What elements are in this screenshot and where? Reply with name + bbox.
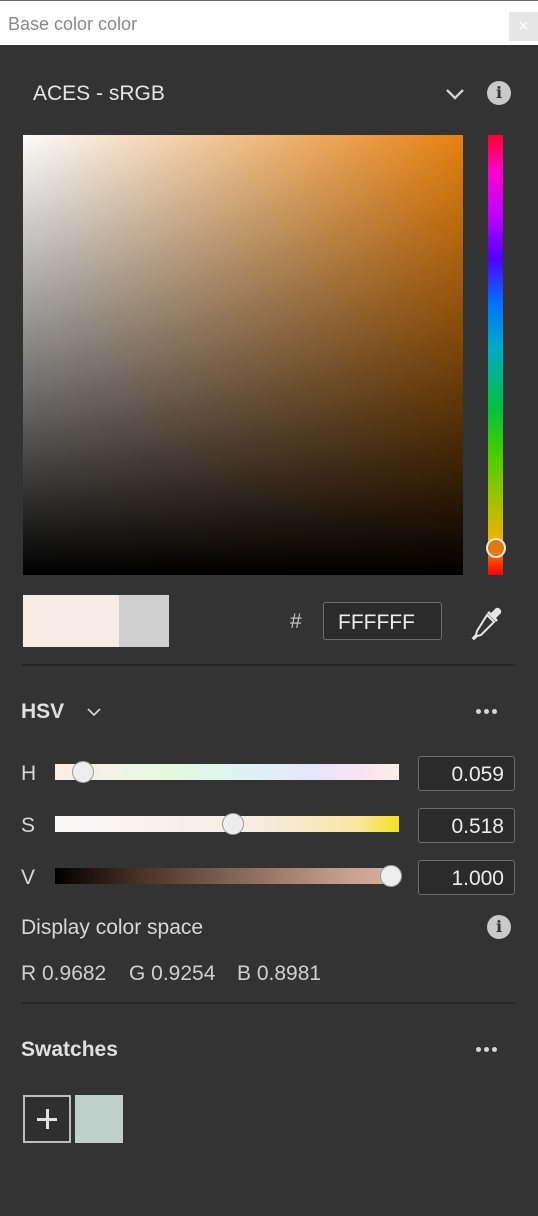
- channel-label-v: V: [21, 866, 36, 889]
- more-options-icon[interactable]: [476, 1045, 500, 1053]
- channel-label-s: S: [21, 814, 36, 837]
- value-channel-slider[interactable]: [55, 868, 399, 884]
- hue-slider[interactable]: [488, 135, 503, 575]
- new-color-preview: [23, 595, 119, 647]
- value-channel-slider-thumb[interactable]: [380, 865, 402, 887]
- saturation-value-field[interactable]: [23, 135, 463, 575]
- hue-value-input[interactable]: 0.059: [418, 756, 515, 791]
- section-divider: [22, 1002, 515, 1004]
- chevron-down-icon[interactable]: [87, 705, 101, 724]
- hue-slider-handle[interactable]: [486, 538, 506, 558]
- window-title: Base color color: [8, 14, 138, 34]
- hue-channel-slider[interactable]: [55, 764, 399, 780]
- section-divider: [22, 664, 515, 666]
- display-r-value: R 0.9682: [21, 962, 107, 985]
- info-icon[interactable]: i: [487, 81, 511, 105]
- color-space-dropdown-label[interactable]: ACES - sRGB: [33, 82, 165, 106]
- more-options-icon[interactable]: [476, 707, 500, 715]
- old-color-preview[interactable]: [119, 595, 169, 647]
- hex-prefix: #: [290, 610, 302, 633]
- title-bar: Base color color ×: [0, 0, 538, 45]
- eyedropper-icon[interactable]: [469, 604, 505, 645]
- info-icon[interactable]: i: [487, 915, 511, 939]
- close-icon: ×: [518, 16, 529, 36]
- close-button[interactable]: ×: [509, 12, 538, 41]
- display-color-space-label: Display color space: [21, 916, 204, 939]
- color-model-dropdown-label[interactable]: HSV: [21, 700, 64, 724]
- value-value-input[interactable]: 1.000: [418, 860, 515, 895]
- display-b-value: B 0.8981: [237, 962, 322, 985]
- saturation-value-input[interactable]: 0.518: [418, 808, 515, 843]
- color-swatch[interactable]: [75, 1095, 123, 1143]
- display-g-value: G 0.9254: [129, 962, 216, 985]
- plus-icon[interactable]: [23, 1095, 71, 1143]
- hex-input[interactable]: FFFFFF: [323, 602, 442, 640]
- swatches-heading: Swatches: [21, 1038, 118, 1061]
- channel-label-h: H: [21, 762, 37, 785]
- chevron-down-icon[interactable]: [445, 84, 465, 109]
